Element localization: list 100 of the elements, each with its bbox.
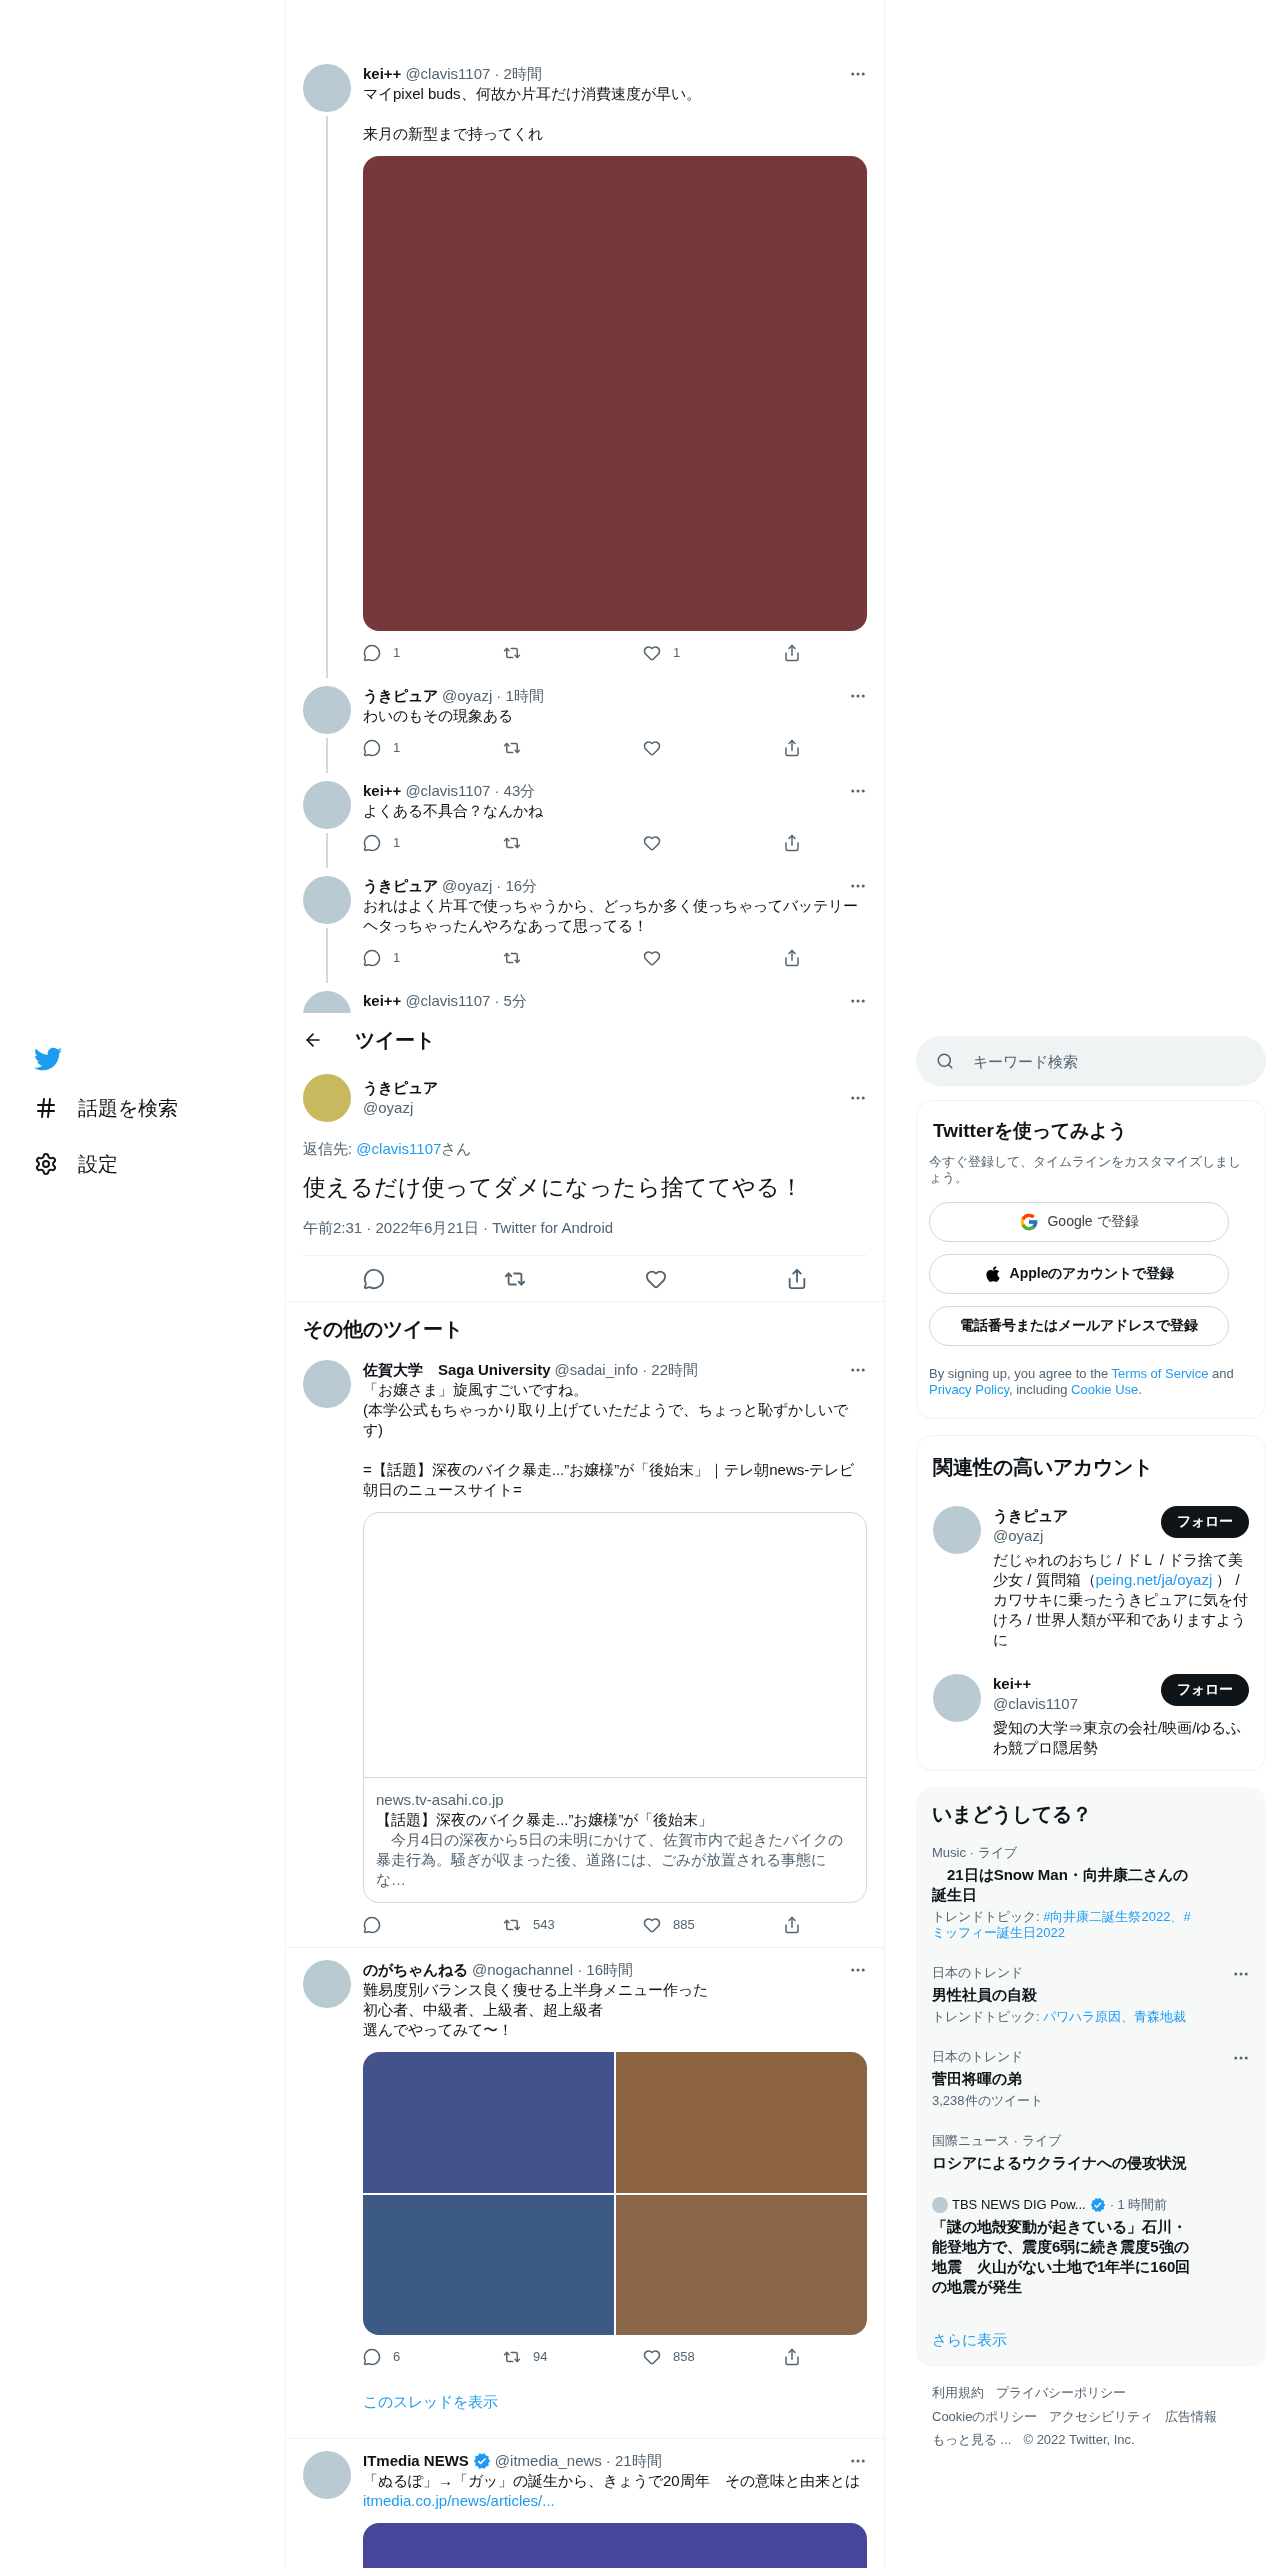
settings-icon[interactable] [34, 1152, 58, 1176]
tweet-text: 初心者、中級者、上級者、超上級者 [363, 2000, 604, 2020]
user-handle[interactable]: @clavis1107 [405, 781, 491, 801]
bird-logo-icon[interactable] [34, 1045, 62, 1073]
tweet-text: 使えるだけ使ってダメになったら捨ててやる！ [303, 1172, 804, 1201]
reply-count: 1 [393, 949, 401, 968]
footer-link[interactable]: Cookieのポリシー [932, 2406, 1038, 2426]
trend-title[interactable]: 男性社員の自殺 [932, 1984, 1192, 2005]
tweet-text: 「ぬるぽ」→「ガッ」の誕生から、きょうで20周年 その意味と由来とは [363, 2470, 861, 2491]
user-handle[interactable]: @sadai_info [554, 1360, 639, 1380]
tweet-time[interactable]: · 16分 [496, 876, 538, 896]
nav-item[interactable]: 設定 [34, 1149, 285, 1179]
share-icon[interactable] [783, 739, 801, 757]
share-icon[interactable] [783, 2348, 801, 2366]
trend-category: 国際ニュース · ライブ [932, 2132, 1062, 2149]
reply-icon[interactable] [363, 834, 381, 852]
user-handle[interactable]: @nogachannel [472, 1960, 574, 1980]
like-icon[interactable] [643, 1916, 661, 1934]
tweet-text: =【話題】深夜のバイク暴走...”お嬢様”が「後始末」｜テレ朝news-テレビ朝日のニュースサイト= [363, 1460, 856, 1500]
reply-count: 6 [393, 2348, 401, 2367]
reply-icon[interactable] [363, 739, 381, 757]
user-name[interactable]: のがちゃんねる [363, 1960, 468, 1980]
search-field[interactable]: キーワード検索 [916, 1036, 1266, 1086]
user-handle[interactable]: @oyazj [993, 1525, 1161, 1546]
tweet-text: わいのもその現象ある [363, 706, 514, 726]
user-handle[interactable]: @itmedia_news [494, 2450, 602, 2471]
tweet-time[interactable]: · 5分 [494, 991, 527, 1011]
retweet-count: 543 [533, 1916, 555, 1935]
footer-link[interactable]: プライバシーポリシー [996, 2383, 1126, 2403]
tweet-text: (本学公式もちゃっかり取り上げていただようで、ちょっと恥ずかしいです) [363, 1400, 849, 1440]
footer-link[interactable]: アクセシビリティ [1049, 2406, 1154, 2426]
reply-count: 1 [393, 739, 401, 758]
footer-link[interactable]: 広告情報 [1165, 2406, 1218, 2426]
trend-category: 日本のトレンド [932, 1964, 1024, 1981]
footer-link[interactable]: 利用規約 [932, 2383, 984, 2403]
share-icon[interactable] [783, 1916, 801, 1934]
trend-title[interactable]: ロシアによるウクライナへの侵攻状況 [932, 2152, 1192, 2173]
tweet-text: 難易度別バランス良く痩せる上半身メニュー作った [363, 1980, 709, 2000]
tweet-time[interactable]: · 2時間 [494, 64, 542, 84]
like-icon[interactable] [643, 2348, 661, 2366]
tweet-time[interactable]: · 21時間 [605, 2450, 662, 2471]
share-icon[interactable] [783, 949, 801, 967]
user-name[interactable]: kei++ [363, 781, 402, 801]
google-icon [1019, 1211, 1040, 1232]
user-name[interactable]: 佐賀大学 Saga University [363, 1360, 551, 1380]
tweet-text: 来月の新型まで持ってくれ [363, 124, 544, 144]
trend-title[interactable]: 菅田将暉の弟 [932, 2068, 1192, 2089]
tweet-time[interactable]: · 16時間 [577, 1960, 633, 1980]
reply-icon[interactable] [363, 949, 381, 967]
search-icon [936, 1052, 954, 1070]
nav-item[interactable]: 話題を検索 [34, 1093, 285, 1123]
reply-icon[interactable] [363, 644, 381, 662]
card-subtitle: 今すぐ登録して、タイムラインをカスタマイズしましょう。 [929, 1153, 1242, 1186]
user-name[interactable]: kei++ [993, 1673, 1161, 1694]
follow-button[interactable]: フォロー [1161, 1673, 1249, 1706]
hashtag-icon[interactable] [34, 1096, 58, 1120]
tweet-time[interactable]: · 43分 [494, 781, 536, 801]
user-handle[interactable]: @clavis1107 [993, 1693, 1161, 1714]
copyright: © 2022 Twitter, Inc. [1023, 2431, 1135, 2449]
reply-icon[interactable] [363, 1916, 381, 1934]
news-source: TBS NEWS DIG Pow... [952, 2196, 1086, 2213]
user-name[interactable]: kei++ [363, 991, 402, 1011]
tweet-time[interactable]: · 22時間 [642, 1360, 699, 1380]
tweet-text: よくある不具合？なんかね [363, 801, 544, 821]
user-handle[interactable]: @clavis1107 [405, 64, 491, 84]
reply-icon[interactable] [362, 1267, 385, 1290]
user-name[interactable]: うきピュア [993, 1505, 1161, 1526]
section-title: その他のツイート [302, 1317, 464, 1342]
reply-count: 1 [393, 834, 401, 853]
like-count: 885 [673, 1916, 695, 1935]
share-icon[interactable] [783, 834, 801, 852]
trend-title[interactable]: 21日はSnow Man・向井康二さんの誕生日 [932, 1864, 1192, 1905]
user-name[interactable]: うきピュア [363, 876, 438, 896]
news-time: · 1 時間前 [1109, 2196, 1168, 2213]
user-handle[interactable]: @clavis1107 [405, 991, 491, 1011]
user-handle[interactable]: @oyazj [363, 1098, 837, 1118]
user-name[interactable]: kei++ [363, 64, 402, 84]
user-handle[interactable]: @oyazj [442, 686, 493, 706]
tweet-time[interactable]: · 1時間 [496, 686, 544, 706]
follow-button[interactable]: フォロー [1161, 1505, 1249, 1538]
trend-category: Music · ライブ [932, 1844, 1018, 1861]
reply-count: 1 [393, 644, 401, 663]
like-icon[interactable] [643, 949, 661, 967]
like-icon[interactable] [643, 834, 661, 852]
terms-text: By signing up, you agree to the Terms of Service and Privacy Policy, including Cookie Use. [929, 1365, 1235, 1398]
trend-title[interactable]: 「謎の地殻変動が起きている」石川・能登地方で、震度6弱に続き震度5強の地震 火山がない土地で1年半に160回の地震が発生 [932, 2216, 1192, 2297]
link-card[interactable]: news.tv-asahi.co.jp 【話題】深夜のバイク暴走...”お嬢様”が「後始末」 今月4日の深夜から5日の未明にかけて、佐賀市内で起きたバイクの暴走行為。騒ぎが収まった後、道路には、ごみが放置される事態にな… [363, 1512, 867, 1903]
tweet-meta: 午前2:31 · 2022年6月21日 · Twitter for Android [303, 1216, 867, 1256]
reply-icon[interactable] [363, 2348, 381, 2366]
like-icon[interactable] [643, 739, 661, 757]
user-name[interactable]: うきピュア [363, 686, 438, 706]
card-domain: news.tv-asahi.co.jp [376, 1790, 505, 1810]
user-name[interactable]: うきピュア [363, 1078, 837, 1098]
footer-link[interactable]: もっと見る ... [932, 2430, 1012, 2450]
share-icon[interactable] [783, 644, 801, 662]
user-handle[interactable]: @oyazj [442, 876, 493, 896]
user-name[interactable]: ITmedia NEWS [363, 2450, 469, 2471]
trend-topics: トレンドトピック: #向井康二誕生祭2022、#ミッフィー誕生日2022 [932, 1908, 1192, 1941]
like-icon[interactable] [643, 644, 661, 662]
tweet-text: 「お嬢さま」旋風すごいですね。 [363, 1380, 589, 1400]
